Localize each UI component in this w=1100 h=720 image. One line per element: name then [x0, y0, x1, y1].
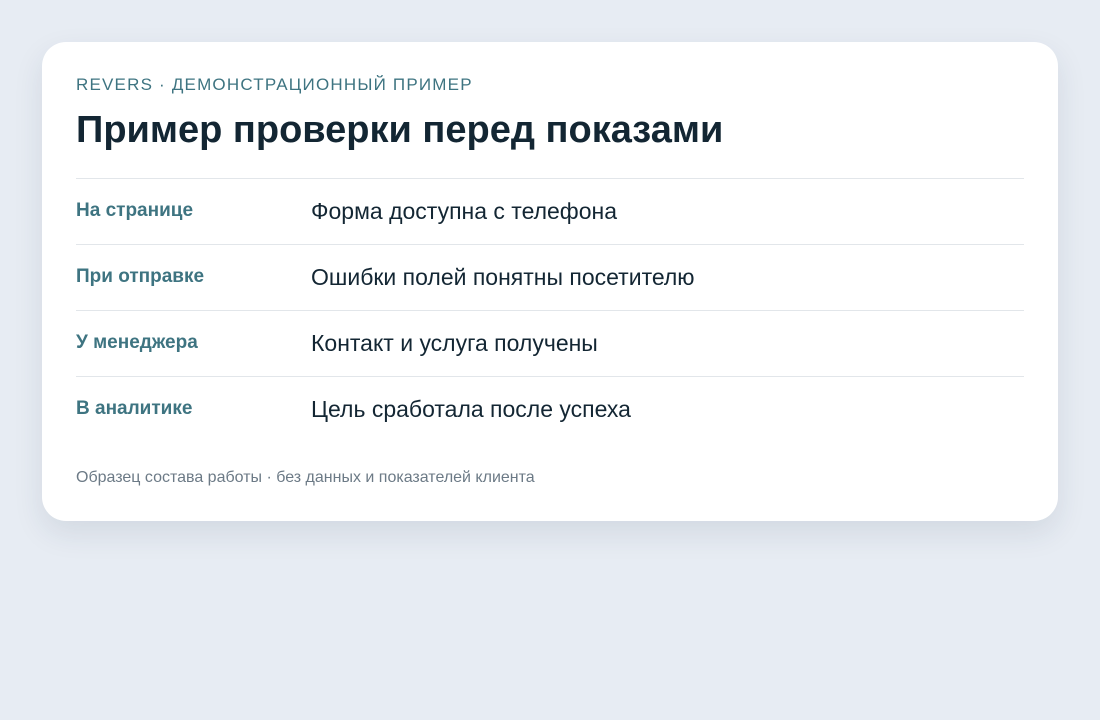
check-row-value: Контакт и услуга получены	[311, 330, 598, 356]
check-row-label: При отправке	[76, 266, 205, 287]
check-row-label: На странице	[76, 200, 194, 221]
check-row-manager: У менеджера Контакт и услуга получены	[76, 311, 1024, 377]
check-row-submit: При отправке Ошибки полей понятны посети…	[76, 245, 1024, 311]
page-title: Пример проверки перед показами	[76, 109, 724, 151]
check-row-label: У менеджера	[76, 332, 198, 353]
check-row-analytics: В аналитике Цель сработала после успеха	[76, 377, 1024, 443]
check-row-page: На странице Форма доступна с телефона	[76, 179, 1024, 245]
check-row-value: Цель сработала после успеха	[311, 396, 631, 422]
check-row-value: Форма доступна с телефона	[311, 198, 618, 224]
check-row-label: В аналитике	[76, 398, 193, 419]
checklist-card: REVERS · ДЕМОНСТРАЦИОННЫЙ ПРИМЕР Пример …	[42, 42, 1058, 521]
eyebrow-label: REVERS · ДЕМОНСТРАЦИОННЫЙ ПРИМЕР	[76, 75, 473, 94]
check-row-value: Ошибки полей понятны посетителю	[311, 264, 695, 290]
check-list: На странице Форма доступна с телефона Пр…	[76, 178, 1024, 443]
footnote: Образец состава работы · без данных и по…	[76, 469, 535, 486]
